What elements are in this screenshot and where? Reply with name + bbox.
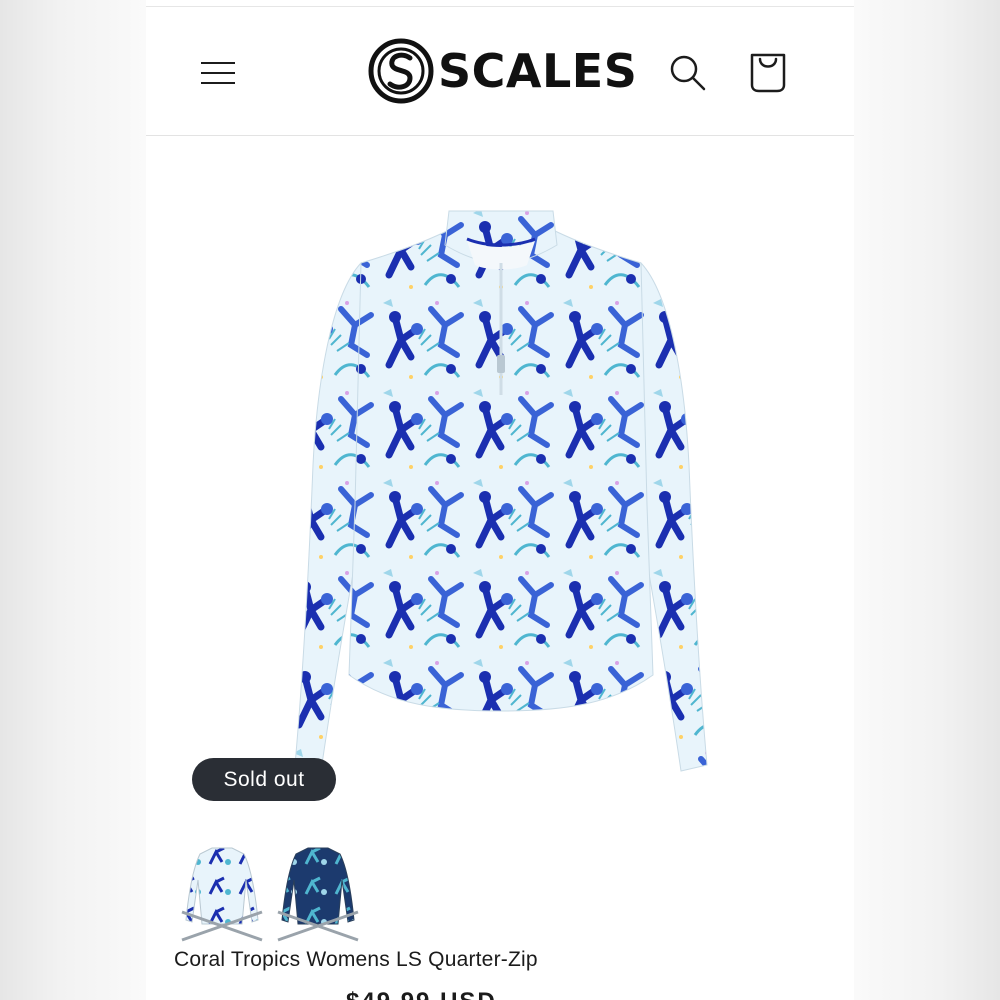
brand-logo[interactable]: SCALES bbox=[364, 35, 638, 115]
cart-bag-icon[interactable] bbox=[746, 49, 790, 95]
product-title: Coral Tropics Womens LS Quarter-Zip bbox=[174, 948, 538, 971]
search-icon[interactable] bbox=[668, 53, 708, 93]
thumbnail-dark-print[interactable] bbox=[272, 840, 364, 942]
site-header: SCALES bbox=[146, 7, 854, 136]
product-price: $49.99 USD bbox=[346, 988, 497, 1000]
scales-logo-icon bbox=[368, 38, 434, 104]
product-page: SCALES Sold out Coral Tropics Womens LS … bbox=[146, 0, 854, 1000]
sold-out-badge: Sold out bbox=[192, 758, 336, 801]
brand-wordmark: SCALES bbox=[438, 44, 638, 98]
hamburger-menu-icon[interactable] bbox=[198, 53, 240, 91]
product-image[interactable] bbox=[291, 205, 711, 785]
thumbnail-light-print[interactable] bbox=[176, 840, 268, 942]
